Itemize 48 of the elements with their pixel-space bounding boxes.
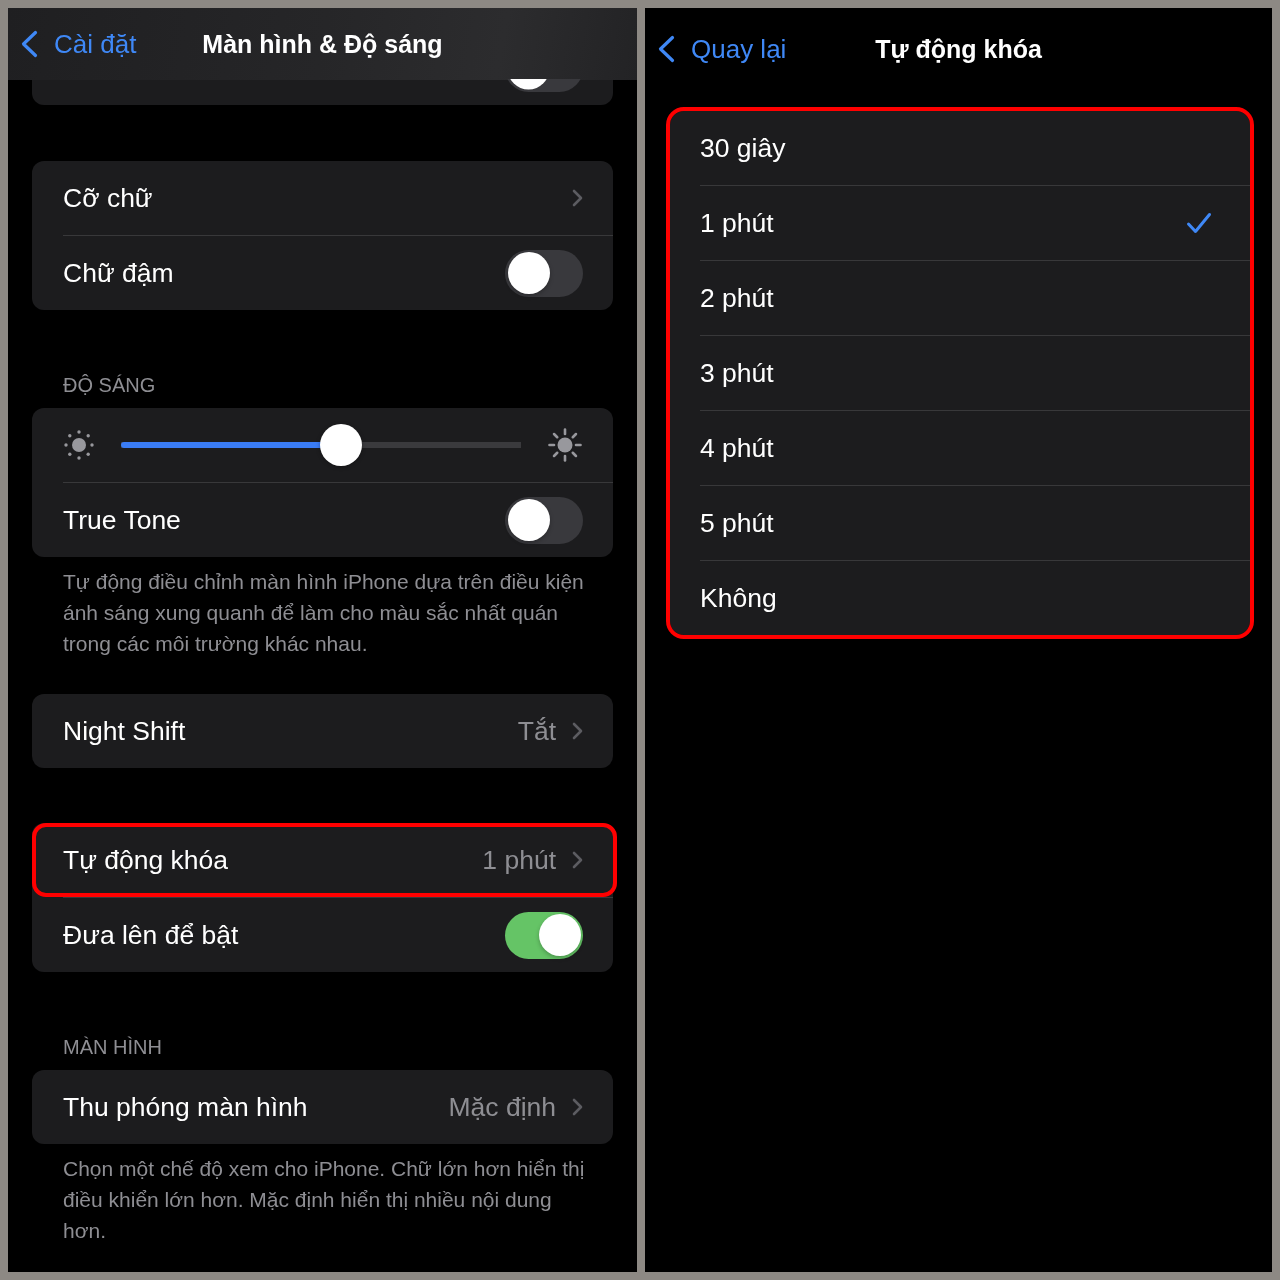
option-label: 4 phút bbox=[700, 432, 774, 464]
back-chevron-icon bbox=[20, 30, 38, 58]
option-row[interactable]: 30 giây bbox=[670, 111, 1250, 185]
value-text: 1 phút bbox=[482, 844, 556, 876]
settings-label: Night Shift bbox=[63, 715, 187, 747]
screen-title: Màn hình & Độ sáng bbox=[202, 29, 443, 59]
option-label: 2 phút bbox=[700, 282, 774, 314]
option-row[interactable]: 5 phút bbox=[670, 486, 1250, 560]
settings-row[interactable]: Thu phóng màn hình Mặc định bbox=[32, 1070, 613, 1144]
back-button[interactable]: Quay lại bbox=[657, 33, 787, 65]
chevron-right-icon bbox=[572, 189, 583, 207]
settings-label: True Tone bbox=[63, 504, 182, 536]
option-label: 3 phút bbox=[700, 357, 774, 389]
toggle-switch[interactable] bbox=[505, 496, 583, 544]
settings-row[interactable]: Night Shift Tắt bbox=[32, 694, 613, 768]
back-chevron-icon bbox=[657, 35, 675, 63]
settings-label: Chữ đậm bbox=[63, 257, 175, 289]
option-label: 1 phút bbox=[700, 207, 774, 239]
settings-label: Đưa lên để bật bbox=[63, 919, 240, 951]
toggle-switch[interactable] bbox=[505, 249, 583, 297]
value-text: Tắt bbox=[517, 715, 556, 747]
option-row[interactable]: 2 phút bbox=[670, 261, 1250, 335]
chevron-right-icon bbox=[572, 851, 583, 869]
chevron-right-icon bbox=[572, 722, 583, 740]
option-label: 5 phút bbox=[700, 507, 774, 539]
chevron-right-icon bbox=[572, 1098, 583, 1116]
toggle-switch[interactable] bbox=[505, 911, 583, 959]
option-label: Không bbox=[700, 582, 777, 614]
option-row[interactable]: 3 phút bbox=[670, 336, 1250, 410]
settings-row[interactable]: Tự động khóa 1 phút bbox=[32, 823, 617, 897]
settings-label: Tự động khóa bbox=[63, 844, 230, 876]
option-label: 30 giây bbox=[700, 132, 786, 164]
option-row[interactable]: Không bbox=[670, 561, 1250, 635]
slider-thumb[interactable] bbox=[320, 424, 362, 466]
back-button[interactable]: Cài đặt bbox=[20, 28, 137, 60]
value-text: Mặc định bbox=[448, 1091, 556, 1123]
section-header: ĐỘ SÁNG bbox=[63, 373, 156, 397]
section-footer-text: Chọn một chế độ xem cho iPhone. Chữ lớn hơn hiển thị điều khiển lớn hơn. Mặc định hiển thị nhiều nội dung hơn. bbox=[62, 1156, 586, 1244]
screen-title: Tự động khóa bbox=[875, 34, 1042, 64]
small-sun-icon bbox=[63, 429, 95, 461]
section-header: MÀN HÌNH bbox=[63, 1035, 162, 1059]
option-row[interactable]: 4 phút bbox=[670, 411, 1250, 485]
section-footer-text: Tự động điều chỉnh màn hình iPhone dựa trên điều kiện ánh sáng xung quanh để làm cho màu sắc nhất quán trong các môi trường khác nhau. bbox=[62, 569, 585, 657]
option-row[interactable]: 1 phút bbox=[670, 186, 1250, 260]
settings-label: Thu phóng màn hình bbox=[63, 1091, 309, 1123]
settings-row[interactable]: Cỡ chữ bbox=[32, 161, 613, 235]
settings-label: Cỡ chữ bbox=[63, 182, 154, 214]
large-sun-icon bbox=[547, 427, 583, 463]
